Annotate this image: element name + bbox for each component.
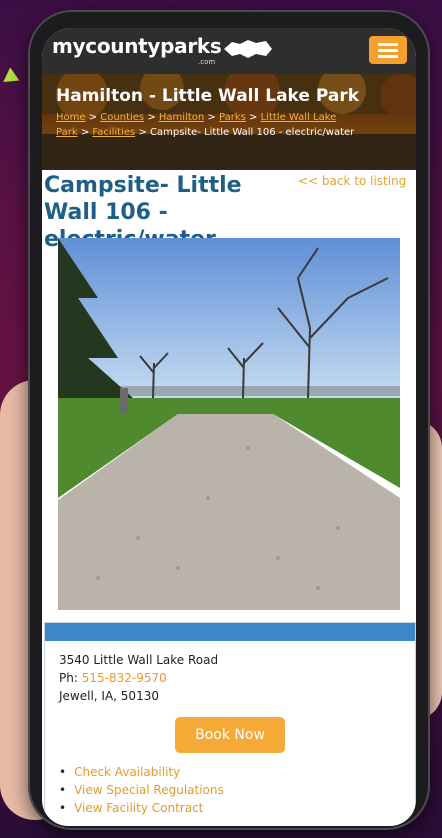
phone-line: Ph: 515-832-9570 [59,669,218,687]
breadcrumb: Home > Counties > Hamilton > Parks > Lit… [56,110,356,140]
city-state-zip: Jewell, IA, 50130 [59,689,159,703]
breadcrumb-separator: > [147,112,156,123]
site-logo[interactable]: mycountyparks [52,34,222,58]
phone-label: Ph: [59,671,78,685]
card-header [45,623,415,641]
breadcrumb-separator: > [249,112,258,123]
campsite-photo [58,238,400,610]
phone-screen: mycountyparks .com Hamilton - Little Wal… [42,28,416,826]
back-to-listing-link[interactable]: << back to listing [298,174,406,188]
view-special-regulations-link[interactable]: View Special Regulations [59,781,224,799]
breadcrumb-separator: > [138,127,147,138]
menu-icon-bar [378,55,398,58]
campsite-photo-image [58,238,400,610]
site-logo-sub: .com [198,58,216,66]
breadcrumb-link-hamilton[interactable]: Hamilton [159,112,204,123]
breadcrumb-separator: > [207,112,216,123]
menu-icon-bar [378,43,398,46]
facility-links: Check Availability View Special Regulati… [59,763,224,817]
breadcrumb-link-parks[interactable]: Parks [219,112,246,123]
breadcrumb-link-facilities[interactable]: Facilities [92,127,135,138]
breadcrumb-link-home[interactable]: Home [56,112,86,123]
check-availability-link[interactable]: Check Availability [59,763,224,781]
breadcrumb-link-counties[interactable]: Counties [100,112,144,123]
facility-address: 3540 Little Wall Lake Road Ph: 515-832-9… [59,651,218,705]
leaf-logo-icon [224,40,272,58]
hero-banner: Hamilton - Little Wall Lake Park Home > … [42,74,416,170]
menu-button[interactable] [369,36,407,64]
book-now-button[interactable]: Book Now [175,717,285,753]
site-header: mycountyparks .com [42,28,416,74]
park-title: Hamilton - Little Wall Lake Park [56,86,360,106]
breadcrumb-current: Campsite- Little Wall 106 - electric/wat… [150,127,355,138]
view-facility-contract-link[interactable]: View Facility Contract [59,799,224,817]
breadcrumb-separator: > [88,112,98,123]
street-address: 3540 Little Wall Lake Road [59,653,219,667]
phone-link[interactable]: 515-832-9570 [82,671,167,685]
menu-icon-bar [378,49,398,52]
facility-card: 3540 Little Wall Lake Road Ph: 515-832-9… [44,622,416,826]
breadcrumb-separator: > [80,127,90,138]
